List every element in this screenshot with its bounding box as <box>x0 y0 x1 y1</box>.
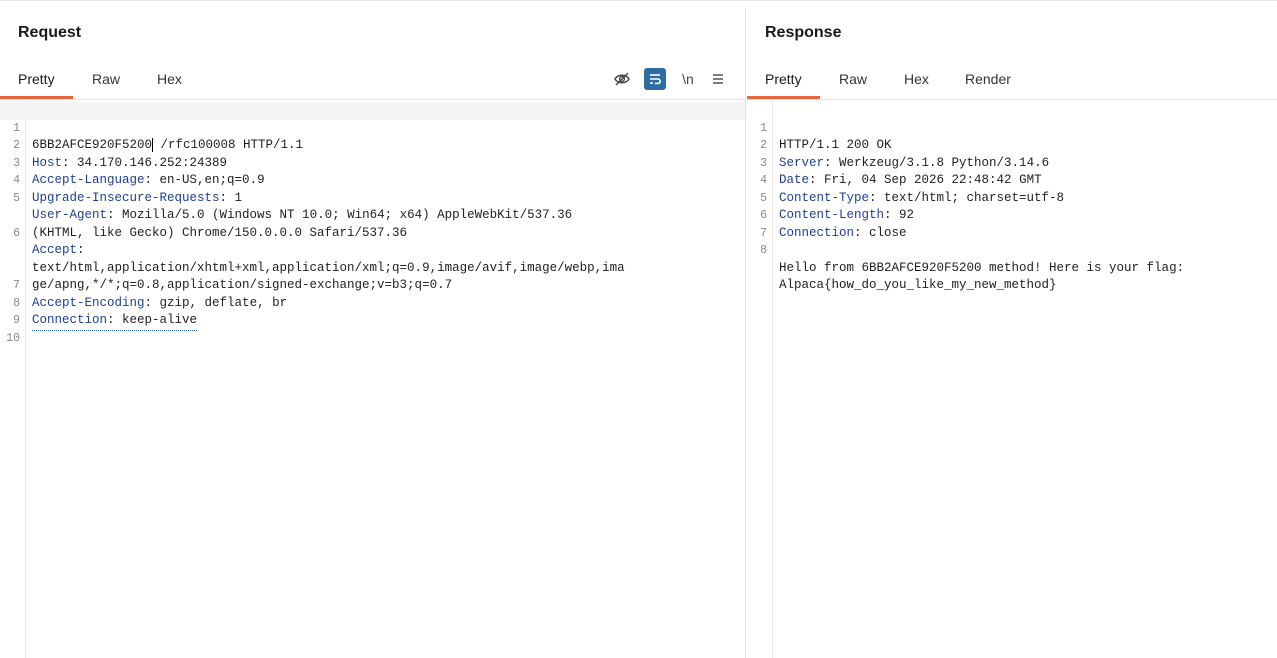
request-line-5-wrap: (KHTML, like Gecko) Chrome/150.0.0.0 Saf… <box>32 225 408 240</box>
response-title: Response <box>765 24 842 41</box>
request-line-4: 4 Upgrade-Insecure-Requests: 1 <box>13 174 243 205</box>
http-viewer: Request Pretty Raw Hex \n 1 6BB2AFCE920F… <box>0 0 1277 658</box>
tab-request-hex[interactable]: Hex <box>139 65 200 99</box>
response-editor[interactable]: 1 HTTP/1.1 200 OK 2 Server: Werkzeug/3.1… <box>747 100 1277 658</box>
eye-off-icon[interactable] <box>611 68 633 90</box>
request-pane: Request Pretty Raw Hex \n 1 6BB2AFCE920F… <box>0 8 746 658</box>
response-line-4: 4 Content-Type: text/html; charset=utf-8 <box>760 174 1065 205</box>
request-toolbar: \n <box>611 68 731 92</box>
tab-response-hex[interactable]: Hex <box>886 65 947 99</box>
request-line-6-wrap-2: ge/apng,*/*;q=0.8,application/signed-exc… <box>32 278 453 292</box>
request-title: Request <box>18 24 82 41</box>
request-line-6-wrap-1: text/html,application/xhtml+xml,applicat… <box>32 260 625 275</box>
response-tabbar: Pretty Raw Hex Render <box>747 65 1277 99</box>
tab-response-raw[interactable]: Raw <box>821 65 885 99</box>
response-line-6: 6 Connection: close <box>760 209 907 240</box>
tab-response-render[interactable]: Render <box>947 65 1029 99</box>
request-line-5: 5 User-Agent: Mozilla/5.0 (Windows NT 10… <box>13 191 573 223</box>
newline-icon[interactable]: \n <box>677 68 699 90</box>
request-editor[interactable]: 1 6BB2AFCE920F5200 /rfc100008 HTTP/1.1 2… <box>0 100 745 658</box>
response-line-1: 1 HTTP/1.1 200 OK <box>760 121 892 153</box>
request-line-2: 2 Host: 34.170.146.252:24389 <box>13 139 228 170</box>
request-line-8: 8 Connection: keep-alive <box>0 277 745 331</box>
menu-icon[interactable] <box>707 68 729 90</box>
flag-text: Alpaca{how_do_you_like_my_new_method} <box>779 278 1057 292</box>
response-pane: Response Pretty Raw Hex Render 1 HTTP/1.… <box>747 8 1277 658</box>
request-line-6: 6 Accept: <box>13 226 85 258</box>
response-line-2: 2 Server: Werkzeug/3.1.8 Python/3.14.6 <box>760 139 1050 170</box>
wrap-icon[interactable] <box>644 68 666 90</box>
response-line-5: 5 Content-Length: 92 <box>760 191 915 223</box>
response-line-7: 7 <box>760 226 767 240</box>
request-line-9: 9 <box>13 314 20 327</box>
request-line-10: 10 <box>6 331 20 345</box>
response-line-3: 3 Date: Fri, 04 Sep 2026 22:48:42 GMT <box>760 156 1042 188</box>
request-line-7: 7 Accept-Encoding: gzip, deflate, br <box>13 279 288 310</box>
tab-request-pretty[interactable]: Pretty <box>0 65 73 99</box>
tab-response-pretty[interactable]: Pretty <box>747 65 820 99</box>
request-line-3: 3 Accept-Language: en-US,en;q=0.9 <box>13 156 265 188</box>
request-line-1: 1 6BB2AFCE920F5200 /rfc100008 HTTP/1.1 <box>0 102 745 152</box>
tab-request-raw[interactable]: Raw <box>74 65 138 99</box>
response-line-8-wrap: Alpaca{how_do_you_like_my_new_method} <box>747 242 1277 292</box>
response-line-8: 8 Hello from 6BB2AFCE920F5200 method! He… <box>760 244 1185 275</box>
